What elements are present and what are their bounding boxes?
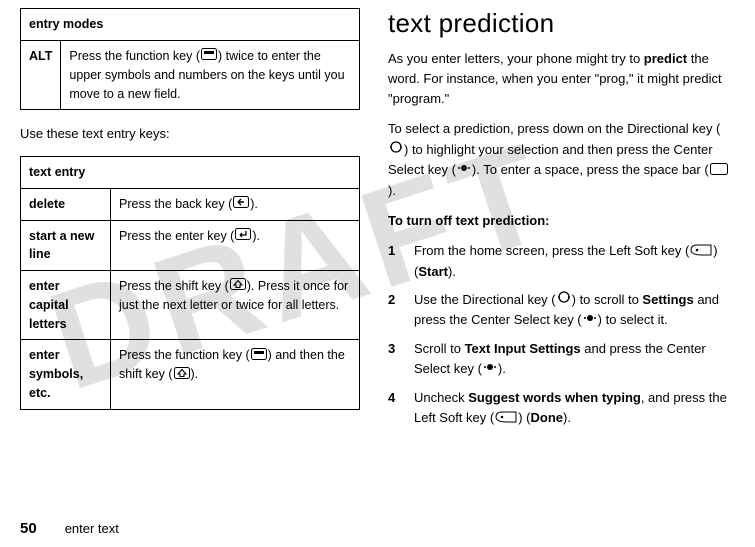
text-fragment: ). [250, 197, 258, 211]
settings-label: Settings [642, 292, 693, 307]
function-key-icon [201, 47, 217, 66]
text-fragment: From the home screen, press the Left Sof… [414, 243, 689, 258]
text-input-settings-label: Text Input Settings [465, 341, 581, 356]
function-key-icon [251, 347, 267, 366]
text-fragment: Press the back key ( [119, 197, 232, 211]
newline-desc: Press the enter key (). [111, 220, 360, 271]
table-row: enter capital letters Press the shift ke… [21, 271, 360, 340]
space-bar-icon [710, 161, 728, 181]
text-prediction-title: text prediction [388, 8, 735, 39]
entry-modes-table: entry modes ALT Press the function key (… [20, 8, 360, 110]
alt-description: Press the function key () twice to enter… [61, 40, 360, 110]
text-fragment: ). [498, 361, 506, 376]
right-column: text prediction As you enter letters, yo… [388, 8, 735, 437]
turn-off-steps: 1 From the home screen, press the Left S… [388, 241, 735, 429]
text-entry-header: text entry [21, 156, 360, 188]
text-fragment: ). [388, 183, 396, 198]
center-select-key-icon [457, 161, 471, 181]
start-label: Start [418, 264, 448, 279]
table-row: delete Press the back key (). [21, 188, 360, 220]
text-fragment: ) to scroll to [572, 292, 643, 307]
step-text: Scroll to Text Input Settings and press … [414, 339, 735, 380]
text-fragment: ). [252, 229, 260, 243]
center-select-key-icon [583, 311, 597, 331]
step-number: 4 [388, 388, 402, 429]
step-number: 3 [388, 339, 402, 380]
page-footer: 50 enter text [20, 520, 119, 537]
left-soft-key-icon [495, 409, 517, 429]
list-item: 1 From the home screen, press the Left S… [388, 241, 735, 282]
prediction-select: To select a prediction, press down on th… [388, 119, 735, 201]
directional-key-icon [557, 290, 571, 310]
text-fragment: Press the function key ( [119, 348, 250, 362]
content-columns: entry modes ALT Press the function key (… [0, 0, 755, 437]
capitals-label: enter capital letters [21, 271, 111, 340]
step-text: Use the Directional key () to scroll to … [414, 290, 735, 331]
text-fragment: ). [563, 410, 571, 425]
step-text: Uncheck Suggest words when typing, and p… [414, 388, 735, 429]
shift-key-icon [174, 366, 190, 385]
turn-off-heading: To turn off text prediction: [388, 211, 735, 231]
left-column: entry modes ALT Press the function key (… [20, 8, 360, 437]
page-number: 50 [20, 520, 37, 537]
delete-desc: Press the back key (). [111, 188, 360, 220]
symbols-desc: Press the function key () and then the s… [111, 340, 360, 409]
delete-label: delete [21, 188, 111, 220]
list-item: 3 Scroll to Text Input Settings and pres… [388, 339, 735, 380]
list-item: 2 Use the Directional key ( ) to scroll t… [388, 290, 735, 331]
table-row: ALT Press the function key () twice to e… [21, 40, 360, 110]
text-fragment: ) to select it. [598, 312, 668, 327]
step-number: 2 [388, 290, 402, 331]
text-fragment: As you enter letters, your phone might t… [388, 51, 644, 66]
symbols-label: enter symbols, etc. [21, 340, 111, 409]
center-select-key-icon [483, 360, 497, 380]
step-text: From the home screen, press the Left Sof… [414, 241, 735, 282]
text-fragment: Press the shift key ( [119, 279, 229, 293]
text-entry-table: text entry delete Press the back key ().… [20, 156, 360, 410]
suggest-words-label: Suggest words when typing [468, 390, 641, 405]
text-fragment: Press the function key ( [69, 49, 200, 63]
text-fragment: ). [448, 264, 456, 279]
text-fragment: ). To enter a space, press the space bar… [472, 162, 709, 177]
table-row: start a new line Press the enter key (). [21, 220, 360, 271]
predict-bold: predict [644, 51, 687, 66]
text-fragment: ). [191, 367, 199, 381]
shift-key-icon [230, 277, 246, 296]
table-row: enter symbols, etc. Press the function k… [21, 340, 360, 409]
text-fragment: To select a prediction, press down on th… [388, 121, 720, 136]
directional-key-icon [389, 140, 403, 160]
text-fragment: Uncheck [414, 390, 468, 405]
done-label: Done [530, 410, 563, 425]
newline-label: start a new line [21, 220, 111, 271]
capitals-desc: Press the shift key (). Press it once fo… [111, 271, 360, 340]
text-fragment: ) ( [518, 410, 530, 425]
back-key-icon [233, 195, 249, 214]
entry-modes-header: entry modes [21, 9, 360, 41]
alt-label: ALT [21, 40, 61, 110]
left-soft-key-icon [690, 242, 712, 262]
text-fragment: Use the Directional key ( [414, 292, 556, 307]
footer-section-label: enter text [65, 521, 119, 536]
enter-key-icon [235, 227, 251, 246]
list-item: 4 Uncheck Suggest words when typing, and… [388, 388, 735, 429]
text-fragment: Press the enter key ( [119, 229, 234, 243]
text-fragment: Scroll to [414, 341, 465, 356]
prediction-intro: As you enter letters, your phone might t… [388, 49, 735, 109]
between-tables-text: Use these text entry keys: [20, 124, 360, 144]
step-number: 1 [388, 241, 402, 282]
